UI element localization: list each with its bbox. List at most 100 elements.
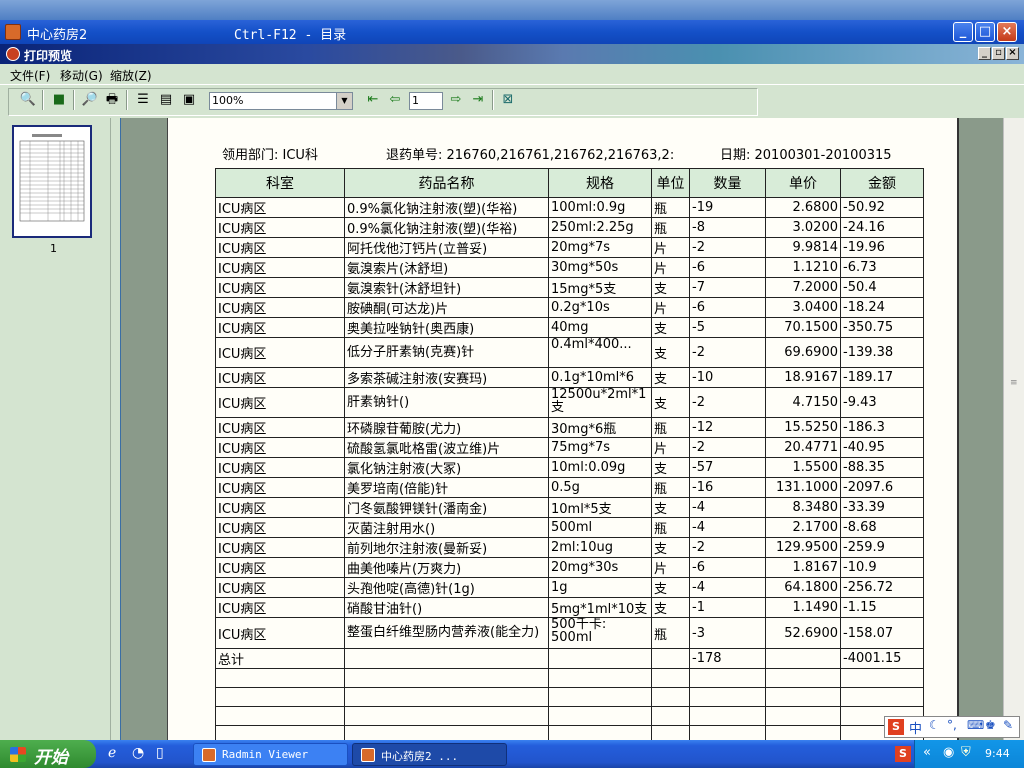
next-page-icon[interactable]: ⇨ <box>446 90 466 110</box>
table-cell: -2 <box>689 337 766 368</box>
blank-row <box>215 668 924 688</box>
punctuation-icon[interactable]: °, <box>947 718 957 732</box>
table-cell: 40mg <box>548 317 652 338</box>
table-cell: -189.17 <box>840 367 924 388</box>
table-row: ICU病区 硝酸甘油针() 5mg*1ml*10支支 -1 1.1490 -1.15 <box>215 597 924 618</box>
table-cell: -10.9 <box>840 557 924 578</box>
child-minimize-button[interactable]: _ <box>978 47 991 60</box>
table-cell: -2 <box>689 237 766 258</box>
report-department: 领用部门: ICU科 <box>222 148 318 163</box>
table-cell: 硫酸氢氯吡格雷(波立维)片 <box>344 437 549 458</box>
child-restore-button[interactable]: ▫ <box>992 47 1005 60</box>
toolbar-separator <box>73 90 75 110</box>
table-cell: 1.8167 <box>765 557 841 578</box>
empty-cell <box>548 687 652 707</box>
start-button[interactable]: 开始 <box>0 740 96 768</box>
menu-file[interactable]: 文件(F) <box>10 67 50 84</box>
first-page-icon[interactable]: ⇤ <box>363 90 383 110</box>
table-cell: ICU病区 <box>215 497 345 518</box>
ime-mode[interactable]: 中 <box>909 718 922 737</box>
ime-toolbar[interactable]: S 中 ☾ °, ⌨ ♚ ✎ <box>884 716 1020 738</box>
save-icon[interactable]: ■ <box>49 90 69 110</box>
table-cell: 片 <box>651 237 690 258</box>
table-cell: -350.75 <box>840 317 924 338</box>
menu-move[interactable]: 移动(G) <box>60 67 103 84</box>
maximize-button[interactable]: □ <box>975 22 995 42</box>
table-cell: 250ml:2.25g <box>548 217 652 238</box>
app-title-bar[interactable]: 中心药房2 Ctrl-F12 - 目录 _ □ × <box>0 20 1024 44</box>
table-cell: -2 <box>689 537 766 558</box>
clock[interactable]: 9:44 <box>985 747 1010 760</box>
table-cell: 奥美拉唑钠针(奥西康) <box>344 317 549 338</box>
table-row: ICU病区 门冬氨酸钾镁针(潘南金) 10ml*5支支 -4 8.3480 -33.39 <box>215 497 924 518</box>
column-header: 药品名称 <box>344 168 549 198</box>
tray-expand-icon[interactable]: « <box>923 745 931 760</box>
menu-zoom[interactable]: 缩放(Z) <box>110 67 152 84</box>
table-row: ICU病区 灭菌注射用水() 500ml 瓶 -4 2.1700 -8.68 <box>215 517 924 538</box>
close-preview-icon[interactable]: ⊠ <box>498 90 518 110</box>
child-close-button[interactable]: × <box>1006 47 1019 60</box>
table-cell: -158.07 <box>840 617 924 649</box>
find-icon[interactable]: 🔎 <box>80 90 100 110</box>
magnifier-icon[interactable]: 🔍 <box>18 90 38 110</box>
last-page-icon[interactable]: ⇥ <box>468 90 488 110</box>
table-cell: ICU病区 <box>215 217 345 238</box>
pane-splitter[interactable] <box>110 118 120 740</box>
table-cell: 氯化钠注射液(大冢) <box>344 457 549 478</box>
page-view-icon[interactable]: ▣ <box>179 90 199 110</box>
empty-cell <box>215 687 345 707</box>
moon-icon[interactable]: ☾ <box>929 718 940 732</box>
page-layout-icon[interactable]: ▤ <box>156 90 176 110</box>
table-cell: -50.4 <box>840 277 924 298</box>
table-row: ICU病区 氨溴索针(沐舒坦针) 15mg*5支支 -7 7.2000 -50.4 <box>215 277 924 298</box>
page-number-input[interactable]: 1 <box>409 92 443 110</box>
table-cell: 15.5250 <box>765 417 841 438</box>
network-icon[interactable]: ◉ <box>943 745 954 760</box>
user-icon[interactable]: ♚ <box>985 718 996 732</box>
page-thumbnail[interactable] <box>12 125 92 238</box>
print-preview-title-bar[interactable]: 打印预览 _ ▫ × <box>0 44 1024 64</box>
table-cell: 52.6900 <box>765 617 841 649</box>
table-cell: -186.3 <box>840 417 924 438</box>
table-cell: ICU病区 <box>215 517 345 538</box>
table-cell: 片 <box>651 437 690 458</box>
close-button[interactable]: × <box>997 22 1017 42</box>
print-icon[interactable]: 🖶 <box>102 90 122 110</box>
table-cell: -259.9 <box>840 537 924 558</box>
column-header: 科室 <box>215 168 345 198</box>
taskbar-item-label: 中心药房2 ... <box>381 750 459 763</box>
show-desktop-icon[interactable]: ▯ <box>156 745 164 761</box>
report-date-range: 日期: 20100301-20100315 <box>720 148 892 163</box>
taskbar-item-radmin[interactable]: Radmin Viewer <box>193 743 348 766</box>
column-header: 单价 <box>765 168 841 198</box>
prev-page-icon[interactable]: ⇦ <box>385 90 405 110</box>
chevron-down-icon[interactable]: ▼ <box>336 93 352 109</box>
taskbar-item-pharmacy[interactable]: 中心药房2 ... <box>352 743 507 766</box>
vertical-scrollbar[interactable]: ≡ <box>1003 118 1024 740</box>
table-header-row: 科室 药品名称 规格 单位 数量 单价 金额 <box>215 168 924 198</box>
app-icon <box>5 24 21 40</box>
table-cell: -6 <box>689 257 766 278</box>
table-cell: -6 <box>689 557 766 578</box>
minimize-button[interactable]: _ <box>953 22 973 42</box>
empty-cell <box>689 706 766 726</box>
zoom-select[interactable]: 100% ▼ <box>209 92 353 110</box>
sogou-tray-icon[interactable]: S <box>895 746 911 762</box>
empty-cell <box>651 668 690 688</box>
empty-cell <box>344 668 549 688</box>
ie-icon[interactable]: ℯ <box>108 745 116 761</box>
keyboard-icon[interactable]: ⌨ <box>967 718 984 732</box>
table-cell: 0.9%氯化钠注射液(塑)(华裕) <box>344 217 549 238</box>
table-cell: -18.24 <box>840 297 924 318</box>
sogou-icon: S <box>888 719 904 735</box>
settings-icon[interactable]: ✎ <box>1003 718 1013 732</box>
quicklaunch-icon[interactable]: ◔ <box>132 745 144 761</box>
windows-logo-icon <box>10 747 26 762</box>
table-cell: -57 <box>689 457 766 478</box>
shield-icon[interactable]: ⛨ <box>961 745 971 760</box>
table-cell: 20.4771 <box>765 437 841 458</box>
page-setup-icon[interactable]: ☰ <box>133 90 153 110</box>
empty-cell <box>651 687 690 707</box>
empty-cell <box>215 668 345 688</box>
pharmacy-app-icon <box>361 748 375 762</box>
